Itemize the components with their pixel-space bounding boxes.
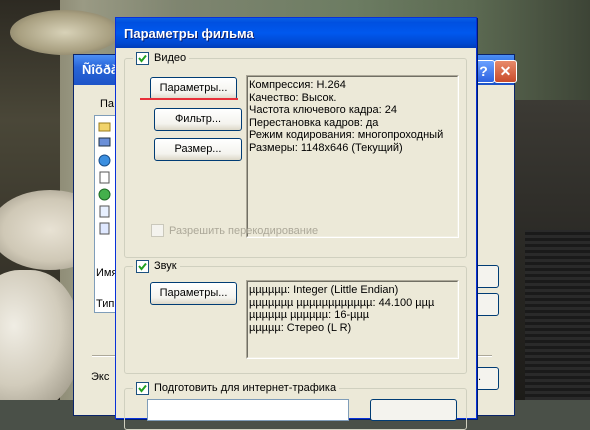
background-cymbal: [10, 10, 120, 55]
allow-recode-option: Разрешить перекодирование: [151, 224, 318, 237]
internet-group: Подготовить для интернет-трафика: [124, 381, 467, 430]
background-export-label: Экс: [91, 371, 110, 383]
sound-info-line: µµµµµµ µµµµµµ: 16-µµµ: [249, 309, 370, 321]
video-info-line: Компрессия: H.264: [249, 79, 346, 91]
internet-checkbox[interactable]: [136, 381, 149, 395]
video-label: Видео: [154, 52, 187, 64]
movie-settings-dialog: Параметры фильма Видео Параметры... Филь…: [115, 17, 477, 430]
allow-recode-checkbox: [151, 224, 164, 237]
allow-recode-label: Разрешить перекодирование: [169, 224, 319, 237]
sound-label: Звук: [154, 260, 177, 272]
dialog-title: Параметры фильма: [124, 26, 254, 41]
internet-type-select[interactable]: [147, 399, 349, 421]
background-dialog-title: Ñîõðà: [82, 62, 119, 77]
checkmark-icon: [138, 54, 147, 63]
document-icon: [99, 171, 110, 184]
sound-info-panel: µµµµµµ: Integer (Little Endian) µµµµµµµ …: [246, 280, 459, 359]
folder-icon: [98, 122, 111, 132]
internet-label: Подготовить для интернет-трафика: [154, 382, 337, 394]
checkmark-icon: [138, 384, 147, 393]
sound-info-line: µµµµµµµ µµµµµµµµµµµµ: 44.100 µµµ: [249, 296, 435, 309]
document-icon: [99, 222, 110, 235]
sound-info-line: µµµµµµ: Integer (Little Endian): [249, 284, 399, 296]
background-speaker: [525, 230, 590, 400]
internet-options-button[interactable]: [370, 399, 457, 421]
close-button[interactable]: ✕: [494, 60, 517, 83]
video-settings-button[interactable]: Параметры...: [150, 77, 237, 100]
video-group: Видео Параметры... Фильтр... Размер... К…: [124, 51, 467, 258]
globe-icon: [98, 154, 111, 167]
video-size-button[interactable]: Размер...: [154, 138, 242, 161]
video-info-line: Режим кодирования: многопроходный: [249, 129, 444, 141]
dialog-titlebar[interactable]: Параметры фильма: [116, 18, 476, 48]
background-folder-label: Па: [100, 98, 115, 110]
video-info-line: Размеры: 1148х646 (Текущий): [249, 141, 403, 154]
video-info-panel: Компрессия: H.264 Качество: Высок. Часто…: [246, 75, 459, 238]
video-legend: Видео: [133, 51, 190, 65]
video-checkbox[interactable]: [136, 51, 149, 65]
background-filetype-label: Тип: [96, 298, 115, 310]
video-filter-button[interactable]: Фильтр...: [154, 108, 242, 131]
sound-settings-button[interactable]: Параметры...: [150, 282, 237, 305]
video-info-line: Качество: Высок.: [249, 91, 337, 104]
sound-checkbox[interactable]: [136, 259, 149, 273]
video-info-line: Частота ключевого кадра: 24: [249, 104, 397, 116]
checkmark-icon: [138, 262, 147, 271]
internet-legend: Подготовить для интернет-трафика: [133, 381, 340, 395]
video-info-line: Перестановка кадров: да: [249, 116, 379, 129]
network-icon: [98, 188, 111, 201]
sound-legend: Звук: [133, 259, 180, 273]
sound-group: Звук Параметры... µµµµµµ: Integer (Littl…: [124, 259, 467, 374]
sound-info-line: µµµµµ: Стерео (L R): [249, 321, 352, 334]
annotation-underline: [140, 98, 238, 100]
computer-icon: [98, 137, 111, 147]
document-icon: [99, 205, 110, 218]
